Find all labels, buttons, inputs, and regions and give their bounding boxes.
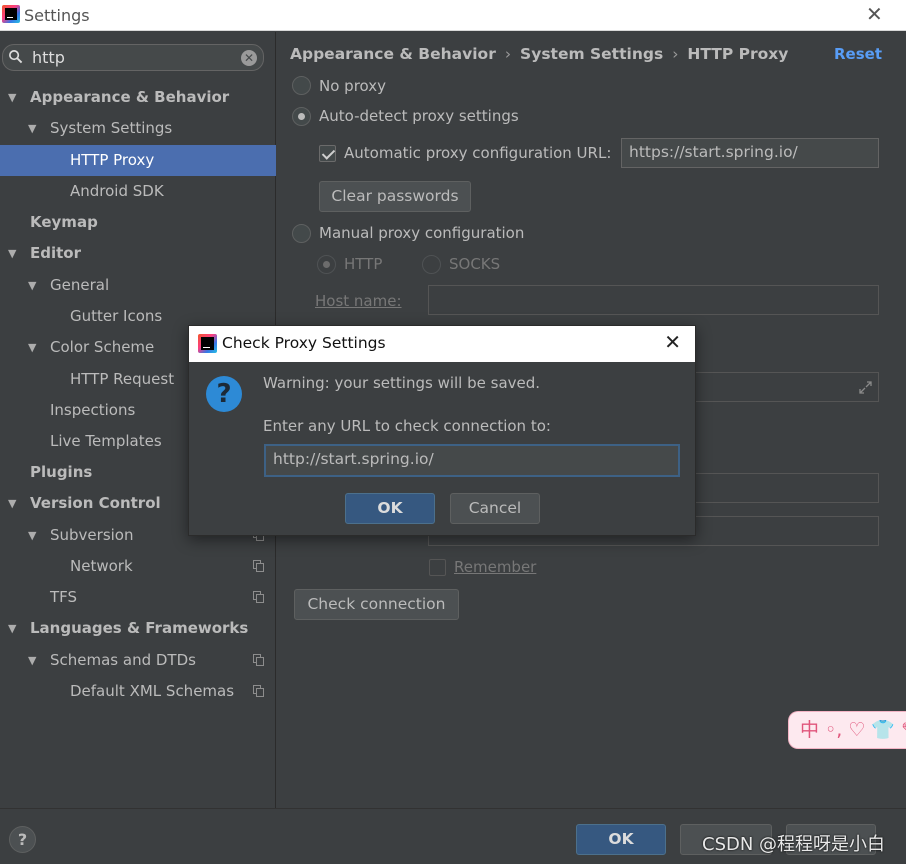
auto-detect-label[interactable]: Auto-detect proxy settings: [319, 107, 519, 125]
expand-arrow-icon[interactable]: ▼: [8, 82, 20, 113]
tree-item-languages-frameworks[interactable]: ▼ Languages & Frameworks: [0, 613, 276, 644]
tree-item-keymap[interactable]: Keymap: [0, 207, 276, 238]
auto-config-label[interactable]: Automatic proxy configuration URL:: [344, 144, 611, 162]
expand-arrow-icon[interactable]: ▼: [28, 520, 40, 551]
host-name-label: Host name:: [315, 292, 402, 310]
tree-item-http-proxy[interactable]: HTTP Proxy: [0, 145, 276, 176]
host-name-field[interactable]: [428, 285, 879, 315]
dialog-title: Check Proxy Settings: [222, 334, 386, 352]
tree-item-appearance-behavior[interactable]: ▼ Appearance & Behavior: [0, 82, 276, 113]
auto-detect-radio[interactable]: [292, 107, 311, 126]
window-title: Settings: [24, 6, 90, 25]
tree-item-tfs[interactable]: TFS: [0, 582, 276, 613]
tree-item-label: Inspections: [50, 401, 136, 419]
manual-proxy-radio[interactable]: [292, 224, 311, 243]
remember-checkbox[interactable]: [429, 559, 446, 576]
tree-item-label: Version Control: [30, 494, 161, 512]
manual-proxy-label[interactable]: Manual proxy configuration: [319, 224, 524, 242]
tree-item-label: Gutter Icons: [70, 307, 163, 325]
tree-item-editor[interactable]: ▼ Editor: [0, 238, 276, 269]
tree-item-label: Appearance & Behavior: [30, 88, 230, 106]
tree-item-label: HTTP Proxy: [70, 151, 155, 169]
app-logo-icon: [198, 334, 217, 353]
project-settings-icon: [253, 654, 264, 666]
dialog-title-bar: Check Proxy Settings ✕: [189, 326, 695, 362]
tree-item-general[interactable]: ▼ General: [0, 270, 276, 301]
tree-item-system-settings[interactable]: ▼ System Settings: [0, 113, 276, 144]
auto-config-url-field[interactable]: https://start.spring.io/: [621, 138, 879, 168]
no-proxy-radio[interactable]: [292, 76, 311, 95]
dialog-prompt: Enter any URL to check connection to:: [263, 417, 551, 435]
breadcrumb-separator: ›: [672, 45, 679, 63]
project-settings-icon: [253, 560, 264, 572]
reset-link[interactable]: Reset: [834, 45, 882, 63]
tree-item-label: Color Scheme: [50, 338, 155, 356]
socks-radio[interactable]: [422, 255, 441, 274]
tree-item-label: Schemas and DTDs: [50, 651, 196, 669]
tree-item-label: Keymap: [30, 213, 98, 231]
clear-passwords-button[interactable]: Clear passwords: [319, 181, 471, 212]
tree-item-label: Live Templates: [50, 432, 162, 450]
question-icon: ?: [206, 376, 242, 412]
tree-item-label: Subversion: [50, 526, 134, 544]
search-input[interactable]: http ✕: [2, 44, 264, 71]
dialog-cancel-button[interactable]: Cancel: [450, 493, 540, 524]
project-settings-icon: [253, 685, 264, 697]
tree-item-default-xml-schemas[interactable]: Default XML Schemas: [0, 676, 276, 707]
expand-arrow-icon[interactable]: ▼: [28, 113, 40, 144]
tree-item-label: System Settings: [50, 119, 173, 137]
close-icon[interactable]: ✕: [866, 4, 883, 24]
breadcrumb-item: System Settings: [520, 45, 664, 63]
breadcrumb-item: Appearance & Behavior: [290, 45, 496, 63]
check-url-input[interactable]: http://start.spring.io/: [264, 444, 680, 477]
dialog-ok-button[interactable]: OK: [345, 493, 435, 524]
tree-item-label: General: [50, 276, 110, 294]
watermark: CSDN @程程呀是小白: [702, 834, 886, 855]
tree-item-label: Languages & Frameworks: [30, 619, 249, 637]
tree-item-label: TFS: [50, 588, 78, 606]
clear-search-icon[interactable]: ✕: [241, 50, 257, 66]
dialog-close-icon[interactable]: ✕: [664, 332, 681, 352]
expand-arrow-icon[interactable]: ▼: [28, 645, 40, 676]
tree-item-label: Default XML Schemas: [70, 682, 235, 700]
socks-label: SOCKS: [449, 255, 501, 273]
expand-arrow-icon[interactable]: ▼: [8, 238, 20, 269]
app-logo-icon: [2, 5, 20, 23]
ok-button[interactable]: OK: [576, 824, 666, 855]
help-button[interactable]: ?: [9, 826, 36, 853]
title-bar: Settings ✕: [0, 0, 906, 31]
http-label: HTTP: [344, 255, 383, 273]
auto-config-checkbox[interactable]: [319, 145, 336, 162]
tree-item-label: Editor: [30, 244, 81, 262]
ime-toolbar[interactable]: 中 ◦, ♡ 👕 ✎: [788, 711, 906, 749]
tree-item-label: HTTP Request: [70, 370, 175, 388]
tree-item-network[interactable]: Network: [0, 551, 276, 582]
remember-label: Remember: [454, 558, 537, 576]
expand-icon[interactable]: [859, 381, 872, 394]
check-proxy-dialog: Check Proxy Settings ✕ ? Warning: your s…: [188, 325, 696, 536]
breadcrumb: Appearance & Behavior › System Settings › HT…: [290, 45, 788, 63]
expand-arrow-icon[interactable]: ▼: [8, 613, 20, 644]
check-connection-button[interactable]: Check connection: [294, 589, 459, 620]
no-proxy-label[interactable]: No proxy: [319, 77, 386, 95]
dialog-warning: Warning: your settings will be saved.: [263, 374, 541, 392]
tree-item-label: Plugins: [30, 463, 93, 481]
breadcrumb-item: HTTP Proxy: [687, 45, 789, 63]
tree-item-android-sdk[interactable]: Android SDK: [0, 176, 276, 207]
project-settings-icon: [253, 591, 264, 603]
expand-arrow-icon[interactable]: ▼: [8, 488, 20, 519]
settings-window: Settings ✕ http ✕ ▼ Appearance & Behavior…: [0, 0, 906, 864]
tree-item-label: Network: [70, 557, 133, 575]
tree-item-schemas-dtds[interactable]: ▼ Schemas and DTDs: [0, 645, 276, 676]
search-icon: [9, 50, 23, 64]
expand-arrow-icon[interactable]: ▼: [28, 332, 40, 363]
breadcrumb-separator: ›: [504, 45, 512, 63]
http-radio[interactable]: [317, 255, 336, 274]
search-value[interactable]: http: [32, 48, 65, 67]
expand-arrow-icon[interactable]: ▼: [28, 270, 40, 301]
tree-item-label: Android SDK: [70, 182, 164, 200]
